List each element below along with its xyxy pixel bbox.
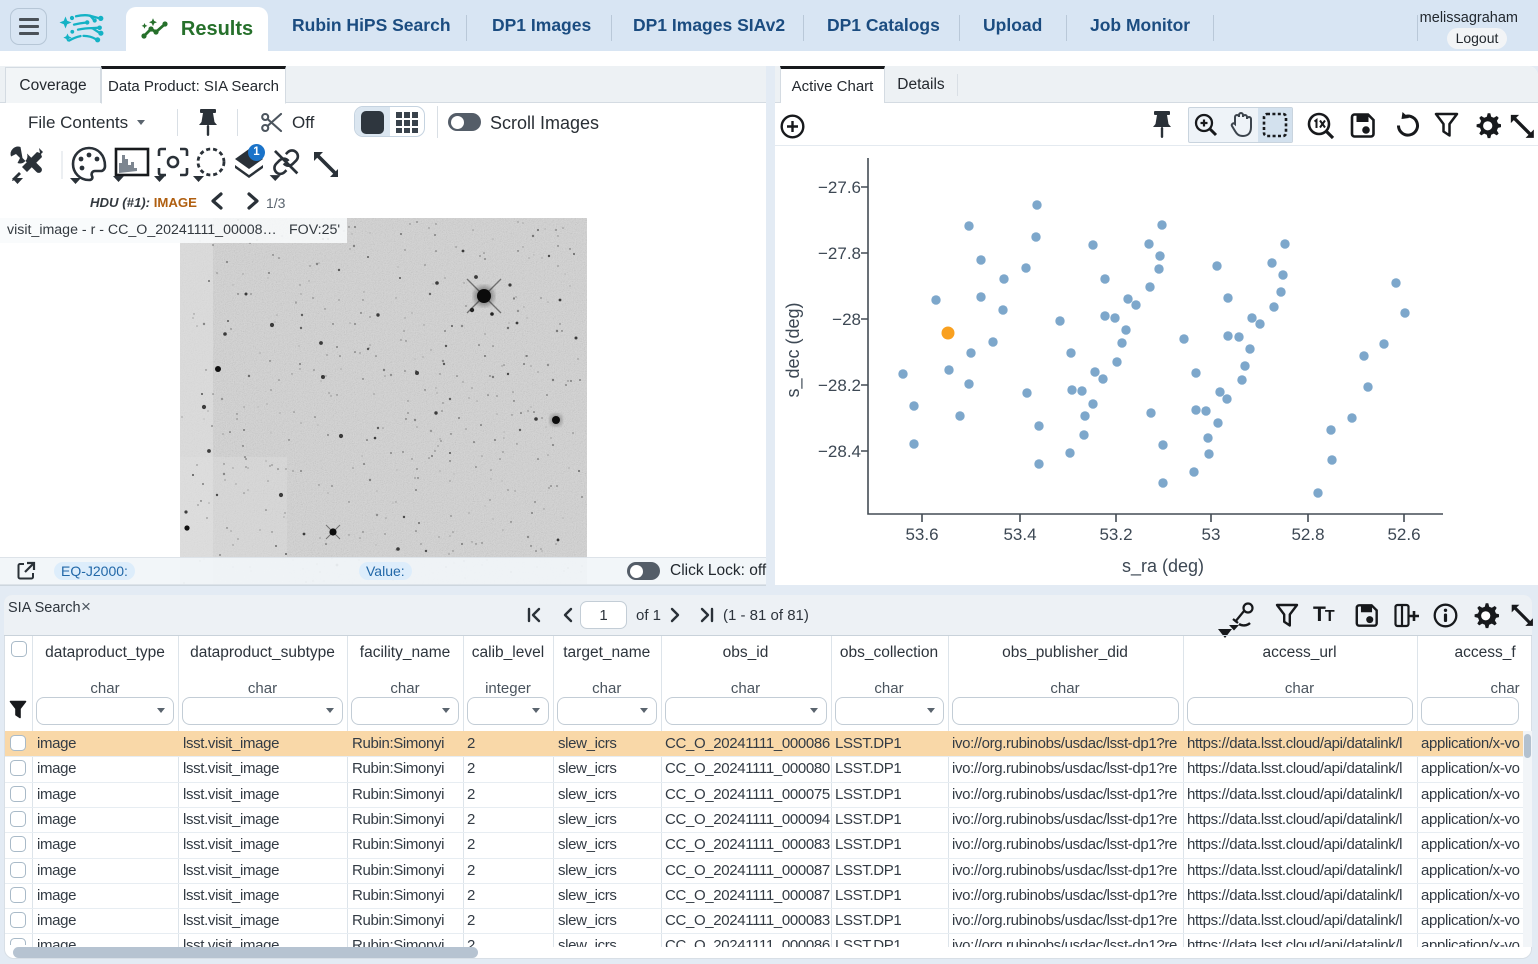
svg-text:−27.6: −27.6: [818, 178, 861, 197]
svg-text:−27.8: −27.8: [818, 244, 861, 263]
svg-text:53.2: 53.2: [1099, 525, 1132, 544]
svg-text:53.4: 53.4: [1003, 525, 1036, 544]
svg-text:−28: −28: [832, 310, 861, 329]
svg-text:s_dec (deg): s_dec (deg): [783, 302, 804, 397]
svg-text:52.6: 52.6: [1387, 525, 1420, 544]
svg-text:−28.2: −28.2: [818, 376, 861, 395]
svg-text:53: 53: [1202, 525, 1221, 544]
svg-text:s_ra (deg): s_ra (deg): [1122, 556, 1204, 577]
svg-text:−28.4: −28.4: [818, 442, 861, 461]
svg-text:52.8: 52.8: [1291, 525, 1324, 544]
svg-text:53.6: 53.6: [905, 525, 938, 544]
